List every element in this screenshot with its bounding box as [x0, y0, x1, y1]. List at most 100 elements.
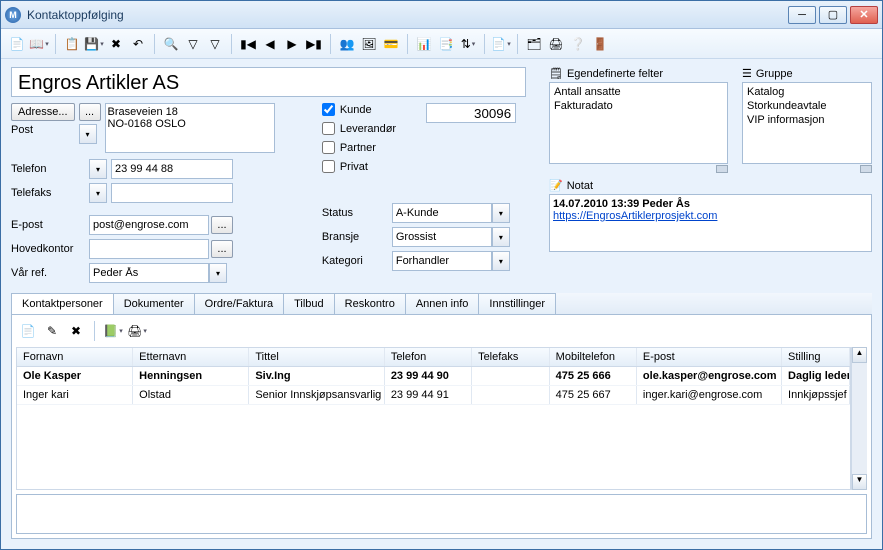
address-text[interactable]: Braseveien 18 NO-0168 OSLO [105, 103, 275, 153]
telefon-dropdown[interactable]: ▾ [89, 159, 107, 179]
table-cell [472, 367, 550, 385]
sub-toolbar: 📄 ✎ ✖ 📗 🖨 [16, 319, 867, 347]
tab-dokumenter[interactable]: Dokumenter [113, 293, 195, 314]
map-icon[interactable]: 🖼 [359, 34, 379, 54]
save-icon[interactable]: 💾 [84, 34, 104, 54]
hovedkontor-ellipsis-button[interactable]: ... [211, 240, 233, 258]
scroll-up-icon[interactable]: ▲ [852, 347, 867, 363]
resize-handle[interactable] [716, 165, 728, 173]
privat-checkbox[interactable]: Privat [322, 160, 396, 173]
grid-col-stilling[interactable]: Stilling [782, 348, 850, 366]
delete-icon[interactable]: ✖ [106, 34, 126, 54]
address-ellipsis-button[interactable]: ... [79, 103, 101, 121]
list-item[interactable]: Storkundeavtale [745, 99, 869, 113]
hovedkontor-label: Hovedkontor [11, 243, 89, 255]
sub-edit-icon[interactable]: ✎ [42, 321, 62, 341]
table-row[interactable]: Ole KasperHenningsenSiv.Ing23 99 44 9047… [17, 367, 850, 386]
status-select[interactable] [392, 203, 492, 223]
card-icon[interactable]: 💳 [381, 34, 401, 54]
filter-icon[interactable]: ▽ [183, 34, 203, 54]
help-icon[interactable]: ❔ [568, 34, 588, 54]
tab-kontaktpersoner[interactable]: Kontaktpersoner [11, 293, 114, 314]
filter-clear-icon[interactable]: ▽ [205, 34, 225, 54]
grid-col-etternavn[interactable]: Etternavn [133, 348, 249, 366]
status-dropdown[interactable]: ▾ [492, 203, 510, 223]
open-icon[interactable]: 📖 [29, 34, 49, 54]
telefaks-input[interactable] [111, 183, 233, 203]
grid-col-telefon[interactable]: Telefon [385, 348, 472, 366]
app-window: M Kontaktoppfølging ─ ▢ ✕ 📄 📖 📋 💾 ✖ ↶ 🔍 … [0, 0, 883, 550]
tab-annen-info[interactable]: Annen info [405, 293, 480, 314]
bransje-select[interactable] [392, 227, 492, 247]
sub-print-icon[interactable]: 🖨 [127, 321, 147, 341]
tab-ordre-faktura[interactable]: Ordre/Faktura [194, 293, 284, 314]
kategori-select[interactable] [392, 251, 492, 271]
telefon-input[interactable] [111, 159, 233, 179]
detail-notes[interactable] [16, 494, 867, 534]
table-cell: Daglig leder [782, 367, 850, 385]
resize-handle[interactable] [860, 165, 872, 173]
docs-icon[interactable]: 📑 [436, 34, 456, 54]
close-button[interactable]: ✕ [850, 6, 878, 24]
varref-dropdown[interactable]: ▾ [209, 263, 227, 283]
kundenr-field[interactable] [426, 103, 516, 123]
post-dropdown[interactable]: ▾ [79, 124, 97, 144]
table-cell: Inger kari [17, 386, 133, 404]
tab-tilbud[interactable]: Tilbud [283, 293, 335, 314]
grid-col-epost[interactable]: E-post [637, 348, 782, 366]
list-item[interactable]: Fakturadato [552, 99, 725, 113]
telefaks-dropdown[interactable]: ▾ [89, 183, 107, 203]
search-icon[interactable]: 🔍 [161, 34, 181, 54]
grid-col-mobil[interactable]: Mobiltelefon [550, 348, 637, 366]
list-item[interactable]: Katalog [745, 85, 869, 99]
kategori-dropdown[interactable]: ▾ [492, 251, 510, 271]
list-item[interactable]: Antall ansatte [552, 85, 725, 99]
scroll-down-icon[interactable]: ▼ [852, 474, 867, 490]
settings-icon[interactable]: 🗂 [524, 34, 544, 54]
maximize-button[interactable]: ▢ [819, 6, 847, 24]
varref-input[interactable] [89, 263, 209, 283]
sub-excel-icon[interactable]: 📗 [103, 321, 123, 341]
tab-reskontro[interactable]: Reskontro [334, 293, 406, 314]
epost-ellipsis-button[interactable]: ... [211, 216, 233, 234]
first-icon[interactable]: ▮◀ [238, 34, 258, 54]
print-icon[interactable]: 🖨 [546, 34, 566, 54]
sort-icon[interactable]: ⇅ [458, 34, 478, 54]
grid-col-fornavn[interactable]: Fornavn [17, 348, 133, 366]
next-icon[interactable]: ▶ [282, 34, 302, 54]
hovedkontor-input[interactable] [89, 239, 209, 259]
sub-new-icon[interactable]: 📄 [18, 321, 38, 341]
exit-icon[interactable]: 🚪 [590, 34, 610, 54]
grid-scrollbar[interactable]: ▲ ▼ [851, 347, 867, 490]
list-icon[interactable]: 📋 [62, 34, 82, 54]
bransje-dropdown[interactable]: ▾ [492, 227, 510, 247]
page-icon[interactable]: 📄 [491, 34, 511, 54]
sub-delete-icon[interactable]: ✖ [66, 321, 86, 341]
company-name-field[interactable]: Engros Artikler AS [11, 67, 526, 97]
egendefinerte-list[interactable]: Antall ansatte Fakturadato [549, 82, 728, 164]
kunde-checkbox[interactable]: Kunde [322, 103, 396, 116]
partner-checkbox[interactable]: Partner [322, 141, 396, 154]
table-row[interactable]: Inger kariOlstadSenior Innskjøpsansvarli… [17, 386, 850, 405]
last-icon[interactable]: ▶▮ [304, 34, 324, 54]
grid-col-telefaks[interactable]: Telefaks [472, 348, 550, 366]
tab-bar: Kontaktpersoner Dokumenter Ordre/Faktura… [11, 293, 872, 314]
undo-icon[interactable]: ↶ [128, 34, 148, 54]
list-item[interactable]: VIP informasjon [745, 113, 869, 127]
leverandor-checkbox[interactable]: Leverandør [322, 122, 396, 135]
minimize-button[interactable]: ─ [788, 6, 816, 24]
tab-innstillinger[interactable]: Innstillinger [478, 293, 556, 314]
epost-input[interactable] [89, 215, 209, 235]
contacts-icon[interactable]: 👥 [337, 34, 357, 54]
notat-header: 📝Notat [549, 179, 872, 192]
notat-link[interactable]: https://EngrosArtiklerprosjekt.com [553, 210, 717, 222]
address-button[interactable]: Adresse... [11, 103, 75, 121]
gruppe-list[interactable]: Katalog Storkundeavtale VIP informasjon [742, 82, 872, 164]
contacts-grid[interactable]: Fornavn Etternavn Tittel Telefon Telefak… [16, 347, 851, 490]
new-icon[interactable]: 📄 [7, 34, 27, 54]
group-icon: ☰ [742, 67, 752, 80]
chart-icon[interactable]: 📊 [414, 34, 434, 54]
prev-icon[interactable]: ◀ [260, 34, 280, 54]
grid-col-tittel[interactable]: Tittel [249, 348, 384, 366]
notat-box[interactable]: 14.07.2010 13:39 Peder Ås https://Engros… [549, 194, 872, 252]
